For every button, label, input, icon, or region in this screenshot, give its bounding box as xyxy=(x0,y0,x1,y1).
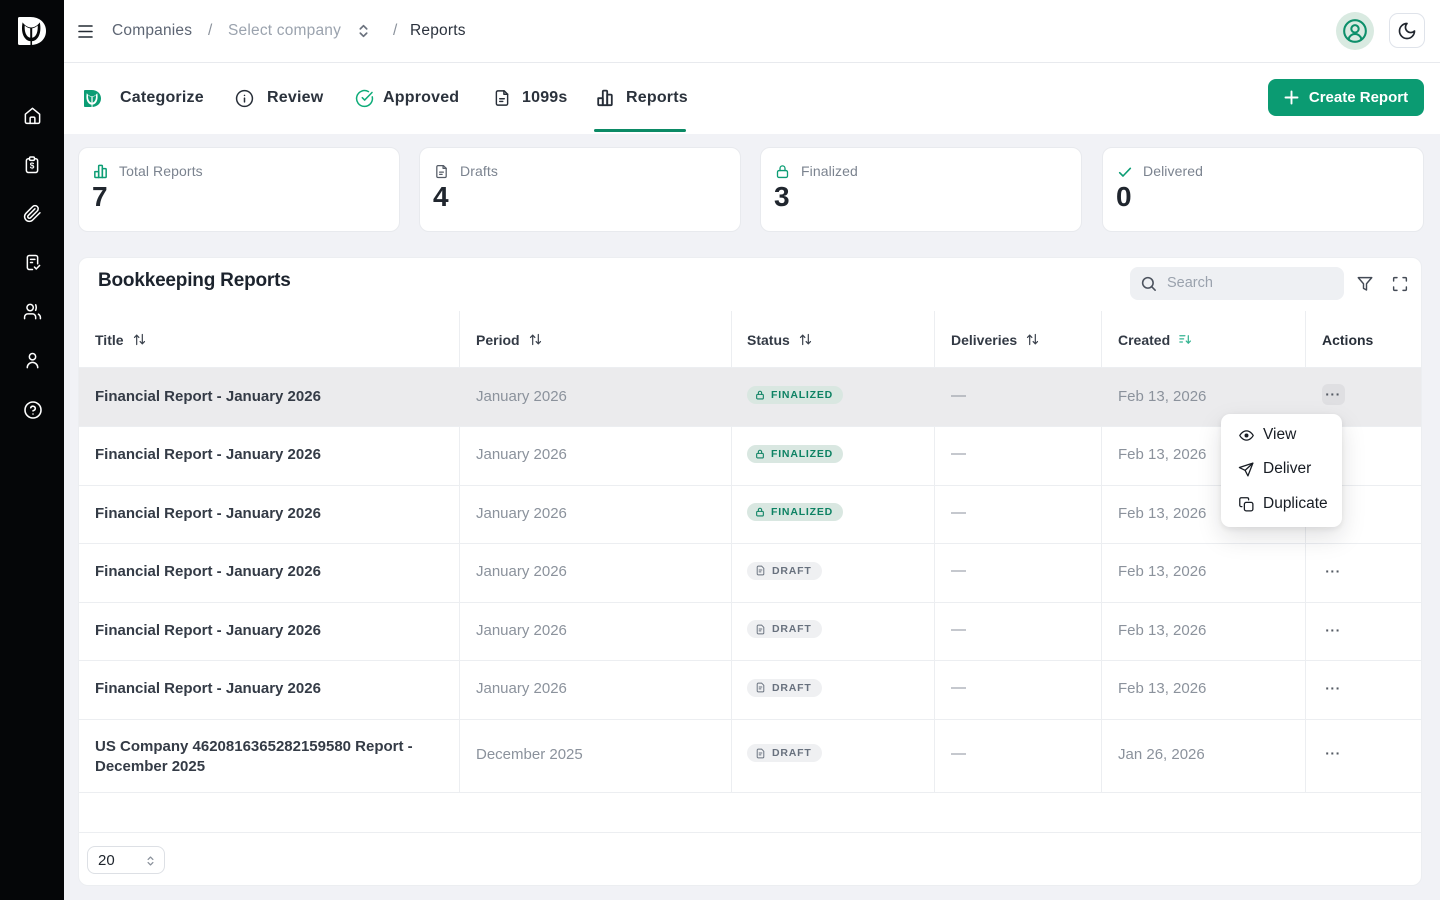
svg-text:$: $ xyxy=(30,161,35,170)
